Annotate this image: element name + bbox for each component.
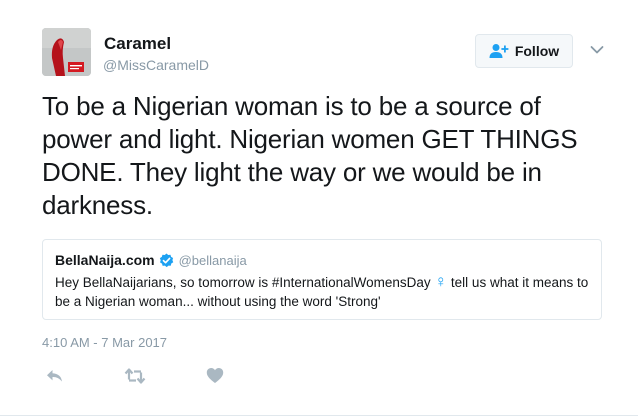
retweet-icon[interactable] xyxy=(124,367,146,385)
reply-icon[interactable] xyxy=(45,368,65,384)
quoted-tweet-header: BellaNaija.com @bellanaija xyxy=(55,252,247,268)
follow-button-label: Follow xyxy=(514,43,560,59)
female-sign-emoji: ♀ xyxy=(434,272,448,291)
quoted-author-handle: @bellanaija xyxy=(178,252,247,268)
author-avatar[interactable] xyxy=(42,28,91,76)
chevron-down-icon[interactable] xyxy=(589,42,605,58)
author-handle[interactable]: @MissCaramelD xyxy=(103,57,209,73)
quoted-text-part-1: Hey BellaNaijarians, so tomorrow is #Int… xyxy=(55,275,435,290)
tweet-text: To be a Nigerian woman is to be a source… xyxy=(42,91,578,220)
quoted-author-name: BellaNaija.com xyxy=(55,252,155,268)
tweet-divider xyxy=(0,415,638,416)
quoted-tweet[interactable]: BellaNaija.com @bellanaija Hey BellaNaij… xyxy=(42,239,602,320)
profile-photo xyxy=(42,28,91,76)
follow-person-plus-icon xyxy=(489,44,509,58)
quoted-tweet-text: Hey BellaNaijarians, so tomorrow is #Int… xyxy=(55,273,590,311)
follow-button[interactable]: Follow xyxy=(475,34,573,68)
tweet-card: Caramel @MissCaramelD Follow To be a Nig… xyxy=(0,0,638,418)
like-heart-icon[interactable] xyxy=(206,367,224,384)
verified-badge-icon xyxy=(159,252,173,267)
tweet-timestamp[interactable]: 4:10 AM - 7 Mar 2017 xyxy=(42,335,167,350)
author-name[interactable]: Caramel xyxy=(104,34,171,54)
